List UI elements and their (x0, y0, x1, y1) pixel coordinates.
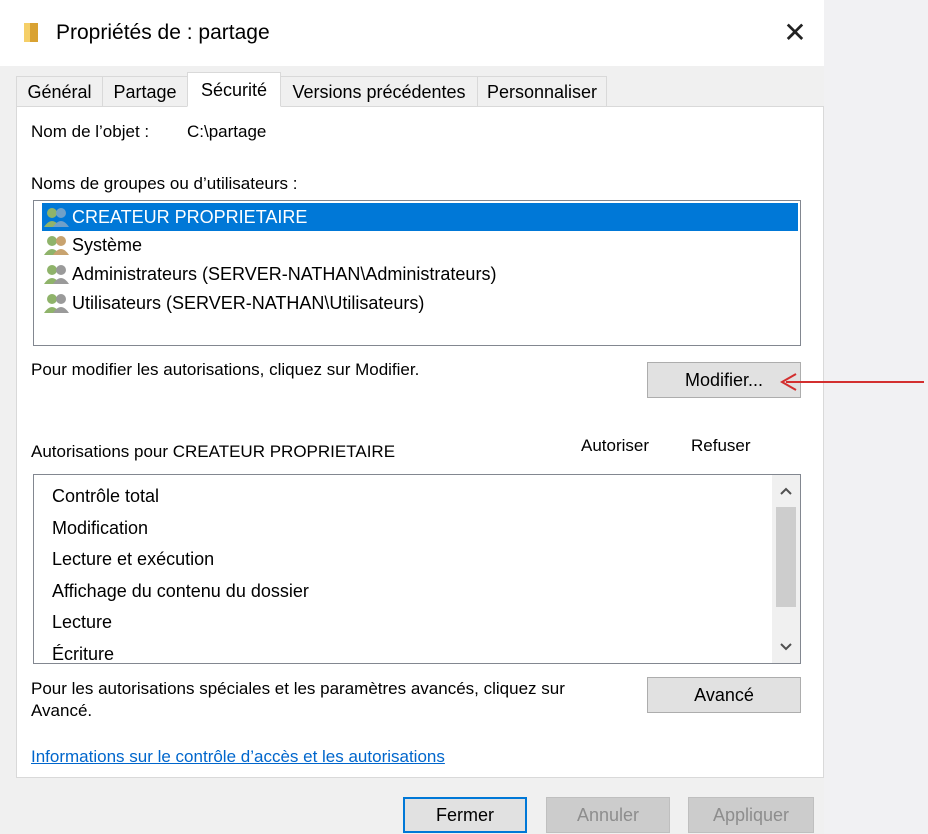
tab-securite[interactable]: Sécurité (187, 72, 281, 107)
properties-window: Propriétés de : partage ✕ Général Partag… (0, 0, 824, 834)
permissions-for-label: Autorisations pour CREATEUR PROPRIETAIRE (31, 442, 396, 461)
permissions-list[interactable]: Contrôle total Modification Lecture et e… (33, 474, 801, 664)
users-group-icon (44, 236, 69, 255)
tab-partage[interactable]: Partage (102, 76, 188, 106)
list-item-administrateurs[interactable]: Administrateurs (SERVER-NATHAN\Administr… (42, 260, 496, 288)
group-name: CREATEUR PROPRIETAIRE (72, 206, 308, 227)
tab-personnaliser[interactable]: Personnaliser (477, 76, 607, 106)
object-name-value: C:\partage (187, 122, 267, 141)
tab-versions-precedentes[interactable]: Versions précédentes (280, 76, 478, 106)
group-name: Utilisateurs (SERVER-NATHAN\Utilisateurs… (72, 292, 425, 313)
close-icon[interactable]: ✕ (770, 10, 820, 54)
window-title: Propriétés de : partage (56, 21, 270, 44)
access-control-help-link[interactable]: Informations sur le contrôle d’accès et … (31, 747, 445, 767)
permission-item: Lecture et exécution (52, 549, 215, 569)
scroll-thumb[interactable] (776, 507, 796, 607)
advanced-hint-line1: Pour les autorisations spéciales et les … (31, 679, 565, 698)
users-group-icon (44, 294, 69, 313)
object-name-label: Nom de l’objet : (31, 122, 150, 141)
allow-column-header: Autoriser (581, 436, 650, 455)
users-group-icon (44, 265, 69, 284)
folder-icon (24, 23, 38, 42)
permission-item: Lecture (52, 612, 113, 632)
list-item-createur-proprietaire[interactable]: CREATEUR PROPRIETAIRE (42, 203, 798, 231)
permission-item: Contrôle total (52, 486, 160, 506)
cancel-button[interactable]: Annuler (546, 797, 670, 833)
permission-item: Écriture (52, 644, 115, 664)
apply-button[interactable]: Appliquer (688, 797, 814, 833)
list-item-utilisateurs[interactable]: Utilisateurs (SERVER-NATHAN\Utilisateurs… (42, 289, 424, 317)
list-item-systeme[interactable]: Système (42, 231, 142, 259)
tab-general[interactable]: Général (16, 76, 103, 106)
advanced-button[interactable]: Avancé (647, 677, 801, 713)
group-name: Système (72, 234, 143, 255)
deny-column-header: Refuser (691, 436, 751, 455)
annotation-arrow-icon (779, 373, 924, 391)
groups-label: Noms de groupes ou d’utilisateurs : (31, 174, 298, 193)
close-button[interactable]: Fermer (403, 797, 527, 833)
groups-listbox[interactable]: CREATEUR PROPRIETAIRE Système Administra… (33, 200, 801, 346)
modify-hint: Pour modifier les autorisations, cliquez… (31, 360, 420, 379)
scroll-up-icon[interactable] (772, 477, 800, 505)
permission-item: Affichage du contenu du dossier (52, 581, 309, 601)
security-panel: Nom de l’objet : C:\partage Noms de grou… (16, 106, 824, 778)
advanced-hint-line2: Avancé. (31, 701, 93, 720)
users-group-icon (44, 208, 69, 227)
permission-item: Modification (52, 518, 149, 538)
title-bar: Propriétés de : partage ✕ (0, 0, 824, 66)
permissions-scrollbar[interactable] (772, 475, 800, 663)
scroll-down-icon[interactable] (772, 633, 800, 661)
group-name: Administrateurs (SERVER-NATHAN\Administr… (72, 263, 497, 284)
